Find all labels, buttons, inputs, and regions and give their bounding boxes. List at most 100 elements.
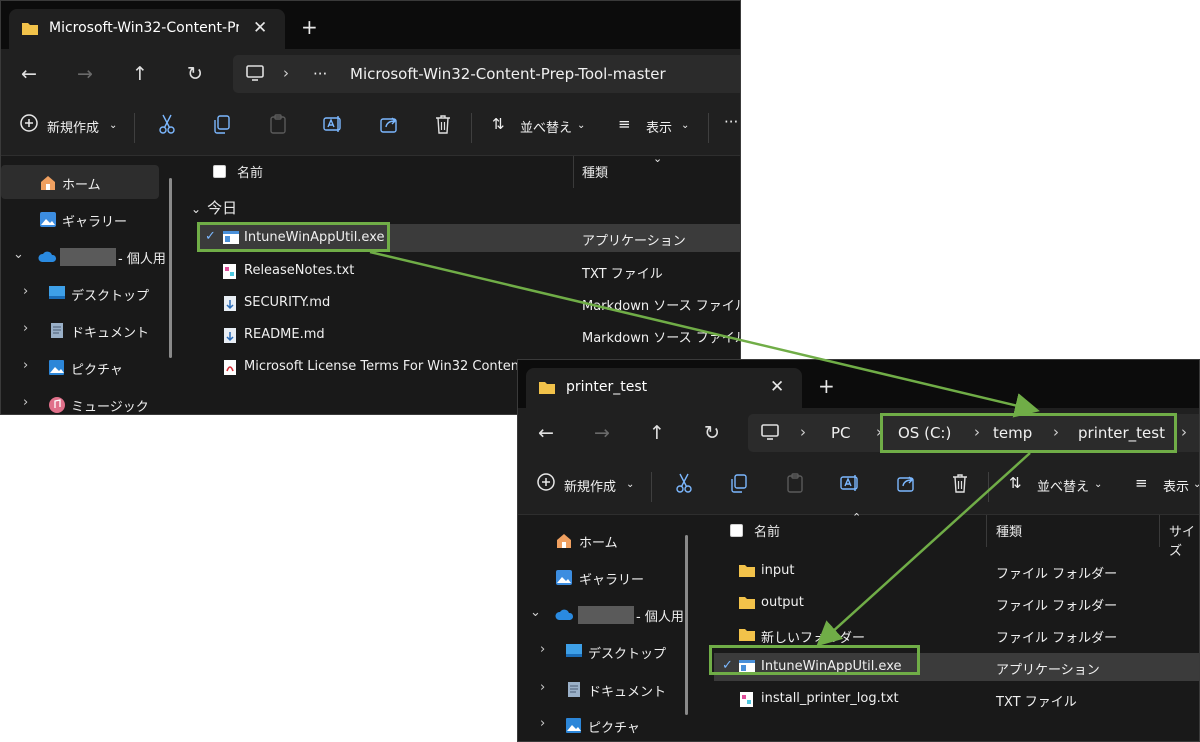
sidebar-item-music[interactable]: › ミュージック: [1, 387, 171, 414]
column-header-size[interactable]: サイズ: [1169, 521, 1199, 559]
chevron-down-icon[interactable]: ⌄: [1193, 479, 1199, 490]
txt-icon: [740, 692, 753, 707]
tab-active[interactable]: printer_test ✕: [526, 368, 802, 408]
delete-icon[interactable]: [433, 113, 453, 135]
share-icon[interactable]: [378, 113, 400, 135]
tab-title: printer_test: [566, 379, 648, 395]
sidebar-item-onedrive[interactable]: ⌄ - 個人用: [518, 597, 693, 631]
checkmark-icon: ✓: [205, 229, 216, 244]
file-list: 名前 ⌃ 種類 サイズ input ファイル フォルダー output ファイル…: [714, 511, 1199, 741]
chevron-down-icon[interactable]: ⌄: [1094, 479, 1102, 490]
close-tab-icon[interactable]: ✕: [253, 18, 267, 38]
view-button[interactable]: 表示: [1163, 476, 1189, 495]
copy-icon[interactable]: [729, 472, 749, 494]
chevron-right-icon[interactable]: ›: [23, 395, 28, 410]
new-tab-button[interactable]: +: [301, 15, 318, 39]
column-header-name[interactable]: 名前: [237, 162, 263, 181]
breadcrumb-temp[interactable]: temp: [993, 424, 1032, 442]
up-arrow-icon[interactable]: ↑: [649, 422, 665, 444]
file-row-selected[interactable]: ✓ IntuneWinAppUtil.exe アプリケーション: [714, 653, 1199, 681]
sidebar-item-desktop[interactable]: › デスクトップ: [518, 634, 693, 668]
sidebar-item-gallery[interactable]: ギャラリー: [1, 202, 159, 236]
chevron-right-icon[interactable]: ›: [540, 716, 545, 731]
share-icon[interactable]: [895, 472, 917, 494]
chevron-down-icon[interactable]: ⌄: [530, 605, 541, 620]
sidebar-item-pictures[interactable]: › ピクチャ: [1, 350, 171, 384]
back-arrow-icon[interactable]: ←: [21, 63, 37, 85]
forward-arrow-icon[interactable]: →: [594, 422, 610, 444]
close-tab-icon[interactable]: ✕: [770, 377, 784, 397]
sidebar-item-gallery[interactable]: ギャラリー: [518, 560, 683, 594]
view-icon: ≡: [1135, 474, 1148, 492]
rename-icon[interactable]: [839, 472, 861, 494]
paste-icon[interactable]: [268, 113, 288, 135]
chevron-down-icon[interactable]: ⌄: [109, 120, 117, 131]
chevron-down-icon[interactable]: ⌄: [681, 120, 689, 131]
file-row[interactable]: ReleaseNotes.txt TXT ファイル: [197, 257, 740, 285]
sidebar-item-pictures[interactable]: › ピクチャ: [518, 708, 693, 741]
file-row[interactable]: install_printer_log.txt TXT ファイル: [714, 685, 1199, 713]
breadcrumb-current-folder[interactable]: Microsoft-Win32-Content-Prep-Tool-master: [350, 65, 666, 83]
breadcrumb-current-folder[interactable]: printer_test: [1078, 424, 1165, 442]
sidebar-item-home[interactable]: ホーム: [1, 165, 159, 199]
chevron-right-icon[interactable]: ›: [540, 642, 545, 657]
sort-ascending-icon: ⌃: [852, 511, 862, 524]
sidebar-item-onedrive[interactable]: ⌄ - 個人用: [1, 239, 171, 273]
file-row[interactable]: input ファイル フォルダー: [714, 557, 1199, 585]
sidebar-scrollbar[interactable]: [685, 535, 688, 715]
address-bar[interactable]: › PC › OS (C:) › temp › printer_test ›: [748, 414, 1199, 452]
cut-icon[interactable]: [157, 113, 177, 135]
sort-button[interactable]: 並べ替え: [520, 117, 572, 136]
column-header-name[interactable]: 名前: [754, 521, 780, 540]
tab-active[interactable]: Microsoft-Win32-Content-Prep-Tool-master…: [9, 9, 285, 49]
chevron-down-icon[interactable]: ⌄: [577, 120, 585, 131]
up-arrow-icon[interactable]: ↑: [132, 63, 148, 85]
forward-arrow-icon[interactable]: →: [77, 63, 93, 85]
chevron-right-icon[interactable]: ›: [23, 284, 28, 299]
address-ellipsis[interactable]: ···: [313, 65, 327, 83]
file-row[interactable]: SECURITY.md Markdown ソース ファイル: [197, 289, 740, 317]
view-button[interactable]: 表示: [646, 117, 672, 136]
sidebar-item-desktop[interactable]: › デスクトップ: [1, 276, 171, 310]
chevron-right-icon[interactable]: ›: [540, 680, 545, 695]
sidebar-item-home[interactable]: ホーム: [518, 523, 683, 557]
more-options-button[interactable]: ···: [724, 113, 738, 131]
file-row[interactable]: output ファイル フォルダー: [714, 589, 1199, 617]
sidebar-scrollbar[interactable]: [169, 178, 172, 358]
sort-button[interactable]: 並べ替え: [1037, 476, 1089, 495]
delete-icon[interactable]: [950, 472, 970, 494]
folder-icon: [739, 565, 755, 577]
paste-icon[interactable]: [785, 472, 805, 494]
file-row-selected[interactable]: ✓ IntuneWinAppUtil.exe アプリケーション: [197, 224, 740, 252]
rename-icon[interactable]: [322, 113, 344, 135]
file-row[interactable]: README.md Markdown ソース ファイル: [197, 321, 740, 349]
breadcrumb-pc[interactable]: PC: [831, 424, 851, 442]
address-bar[interactable]: › ··· Microsoft-Win32-Content-Prep-Tool-…: [233, 55, 740, 93]
chevron-right-icon[interactable]: ›: [23, 358, 28, 373]
toolbar-divider: [471, 113, 472, 143]
cut-icon[interactable]: [674, 472, 694, 494]
group-header-today[interactable]: ⌄ 今日: [191, 197, 237, 218]
new-tab-button[interactable]: +: [818, 374, 835, 398]
back-arrow-icon[interactable]: ←: [538, 422, 554, 444]
sidebar-item-documents[interactable]: › ドキュメント: [1, 313, 171, 347]
select-all-checkbox[interactable]: [730, 524, 743, 537]
file-row[interactable]: 新しいフォルダー ファイル フォルダー: [714, 621, 1199, 649]
chevron-down-icon[interactable]: ⌄: [13, 247, 24, 262]
sidebar-item-documents[interactable]: › ドキュメント: [518, 672, 693, 706]
breadcrumb-drive[interactable]: OS (C:): [898, 424, 951, 442]
column-header-type[interactable]: 種類: [582, 162, 608, 181]
refresh-icon[interactable]: ↻: [187, 63, 203, 85]
chevron-down-icon[interactable]: ⌄: [626, 479, 634, 490]
new-button[interactable]: 新規作成: [47, 117, 99, 136]
select-all-checkbox[interactable]: [213, 165, 226, 178]
pictures-icon: [49, 360, 64, 375]
refresh-icon[interactable]: ↻: [704, 422, 720, 444]
new-button[interactable]: 新規作成: [564, 476, 616, 495]
chevron-right-icon[interactable]: ›: [23, 321, 28, 336]
copy-icon[interactable]: [212, 113, 232, 135]
chevron-right-icon: ›: [1181, 423, 1187, 441]
exe-icon: [739, 660, 755, 673]
tab-title: Microsoft-Win32-Content-Prep-Tool-master: [49, 20, 239, 36]
column-header-type[interactable]: 種類: [996, 521, 1022, 540]
